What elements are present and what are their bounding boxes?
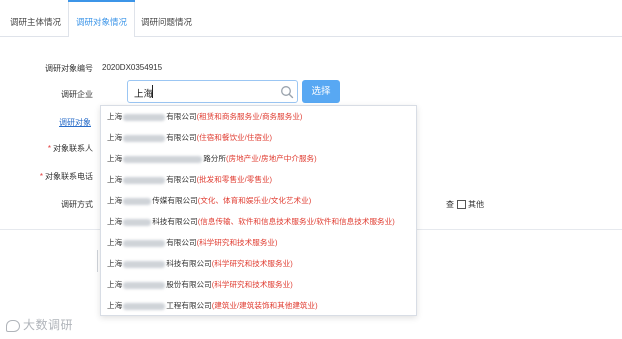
list-item[interactable]: 上海 科技有限公司(信息传输、软件和信息技术服务业/软件和信息技术服务业) <box>107 211 395 232</box>
tab-bar: 调研主体情况 调研对象情况 调研问题情况 <box>0 0 622 37</box>
chat-bubble-icon <box>6 319 20 332</box>
tab-label: 调研对象情况 <box>76 17 128 27</box>
code-label: 调研对象编号 <box>45 64 93 73</box>
item-industry: (批发和零售业/零售业) <box>196 175 273 184</box>
tab-object-info[interactable]: 调研对象情况 <box>68 0 136 37</box>
redacted-text <box>123 155 203 163</box>
search-icon[interactable] <box>280 85 294 99</box>
redacted-text <box>123 176 166 184</box>
tab-label: 调研问题情况 <box>141 17 193 27</box>
item-industry: (房地产业/房地产中介服务) <box>225 154 317 163</box>
item-prefix: 上海 <box>107 196 123 205</box>
code-value: 2020DX0354915 <box>102 63 163 72</box>
item-prefix: 上海 <box>107 301 123 310</box>
watermark-text: 大数调研 <box>23 318 74 332</box>
redacted-text <box>123 281 166 289</box>
item-industry: (文化、体育和娱乐业/文化艺术业) <box>197 196 312 205</box>
item-industry: (科学研究和技术服务业) <box>211 259 293 268</box>
redacted-text <box>123 302 166 310</box>
redacted-text <box>123 113 166 121</box>
item-industry: (租赁和商务服务业/商务服务业) <box>196 112 303 121</box>
redacted-text <box>123 218 152 226</box>
required-mark: * <box>47 144 51 153</box>
redacted-text <box>123 134 166 142</box>
item-suffix: 有限公司 <box>166 112 197 121</box>
item-suffix: 股份有限公司 <box>166 280 212 289</box>
item-suffix: 科技有限公司 <box>152 217 198 226</box>
tab-question-info[interactable]: 调研问题情况 <box>141 0 192 36</box>
object-link[interactable]: 调研对象 <box>59 117 91 128</box>
redacted-text <box>123 260 166 268</box>
list-item[interactable]: 上海 股份有限公司(科学研究和技术服务业) <box>107 274 293 295</box>
item-industry: (住宿和餐饮业/住宿业) <box>196 133 273 142</box>
item-prefix: 上海 <box>107 280 123 289</box>
watermark: 大数调研 <box>6 316 73 333</box>
item-suffix: 传媒有限公司 <box>152 196 198 205</box>
list-item[interactable]: 上海 有限公司(租赁和商务服务业/商务服务业) <box>107 106 302 127</box>
item-suffix: 路分所 <box>203 154 226 163</box>
list-item[interactable]: 上海 有限公司(科学研究和技术服务业) <box>107 232 278 253</box>
tab-label: 调研主体情况 <box>10 17 62 27</box>
phone-label-text: 对象联系电话 <box>45 172 93 181</box>
item-prefix: 上海 <box>107 217 123 226</box>
other-checkbox[interactable] <box>457 200 466 209</box>
item-suffix: 有限公司 <box>166 133 197 142</box>
item-prefix: 上海 <box>107 259 123 268</box>
item-prefix: 上海 <box>107 238 123 247</box>
phone-label: * 对象联系电话 <box>24 171 93 182</box>
tab-subject-info[interactable]: 调研主体情况 <box>10 0 61 36</box>
list-item[interactable]: 上海 科技有限公司(科学研究和技术服务业) <box>107 253 293 274</box>
contact-label-text: 对象联系人 <box>53 144 93 153</box>
other-option-label: 其他 <box>468 200 484 209</box>
item-prefix: 上海 <box>107 133 123 142</box>
item-industry: (建筑业/建筑装饰和其他建筑业) <box>211 301 318 310</box>
item-suffix: 科技有限公司 <box>166 259 212 268</box>
item-industry: (科学研究和技术服务业) <box>196 238 278 247</box>
search-value: 上海 <box>134 89 154 100</box>
text-caret <box>152 85 153 98</box>
company-label: 调研企业 <box>61 90 93 99</box>
list-item[interactable]: 上海 传媒有限公司(文化、体育和娱乐业/文化艺术业) <box>107 190 311 211</box>
background-field-edge <box>97 250 98 272</box>
list-item[interactable]: 上海 有限公司(批发和零售业/零售业) <box>107 169 272 190</box>
select-button[interactable]: 选择 <box>302 80 340 103</box>
company-search-input[interactable]: 上海 <box>127 80 298 103</box>
item-suffix: 有限公司 <box>166 175 197 184</box>
redacted-text <box>123 197 152 205</box>
required-mark: * <box>39 172 43 181</box>
method-label: 调研方式 <box>61 200 93 209</box>
contact-label: * 对象联系人 <box>34 143 93 154</box>
item-suffix: 工程有限公司 <box>166 301 212 310</box>
method-option-cut: 查 <box>446 200 454 209</box>
list-item[interactable]: 上海 工程有限公司(建筑业/建筑装饰和其他建筑业) <box>107 295 318 316</box>
item-prefix: 上海 <box>107 175 123 184</box>
list-item[interactable]: 上海 路分所(房地产业/房地产中介服务) <box>107 148 317 169</box>
list-item[interactable]: 上海 有限公司(住宿和餐饮业/住宿业) <box>107 127 272 148</box>
item-industry: (科学研究和技术服务业) <box>211 280 293 289</box>
item-prefix: 上海 <box>107 154 123 163</box>
redacted-text <box>123 239 166 247</box>
suggestion-dropdown: 上海 有限公司(租赁和商务服务业/商务服务业) 上海 有限公司(住宿和餐饮业/住宿业… <box>100 105 417 316</box>
item-industry: (信息传输、软件和信息技术服务业/软件和信息技术服务业) <box>197 217 395 226</box>
item-suffix: 有限公司 <box>166 238 197 247</box>
item-prefix: 上海 <box>107 112 123 121</box>
